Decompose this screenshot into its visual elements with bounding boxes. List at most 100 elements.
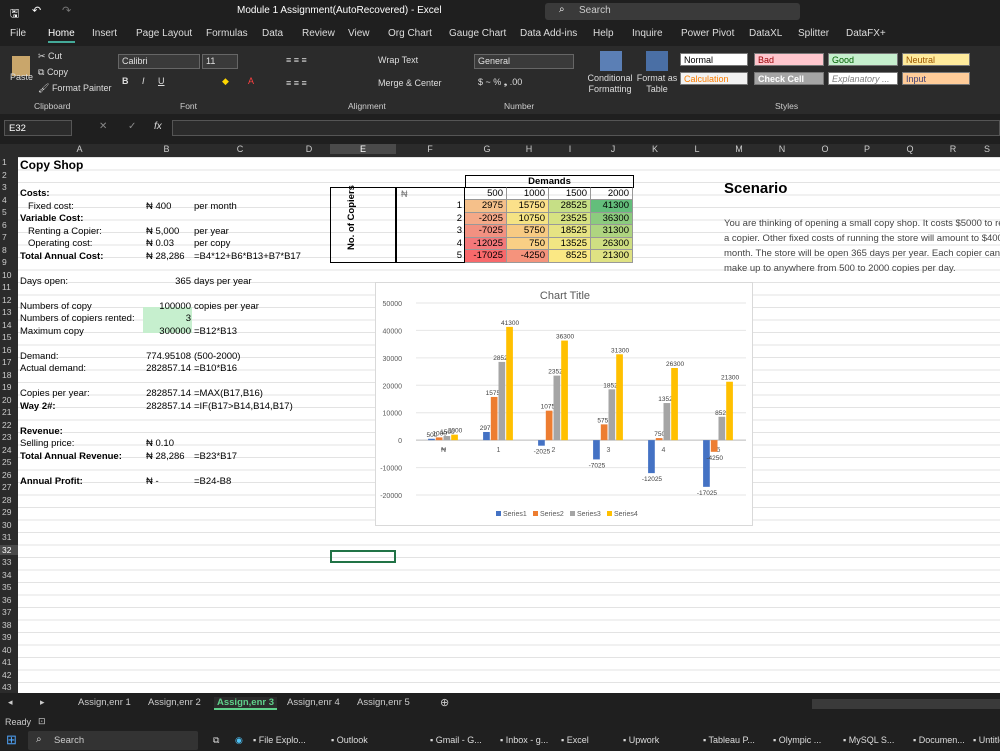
menu-datafx-[interactable]: DataFX+ xyxy=(846,28,886,39)
chart-bar[interactable] xyxy=(593,440,600,460)
col-header-p[interactable]: P xyxy=(846,144,888,154)
chart-bar[interactable] xyxy=(506,326,513,441)
cell-a13[interactable]: Numbers of copiers rented: xyxy=(20,313,135,326)
col-header-s[interactable]: S xyxy=(974,144,1000,154)
cell-a3[interactable]: Costs: xyxy=(20,188,50,201)
cell-a1[interactable]: Copy Shop xyxy=(20,159,83,172)
style-explanatory[interactable]: Explanatory ... xyxy=(828,72,898,85)
taskbar-app[interactable]: ▪ MySQL S... xyxy=(843,735,894,745)
row-header-39[interactable]: 39 xyxy=(0,632,18,642)
cell-a23[interactable]: Selling price: xyxy=(20,438,74,451)
row-header-41[interactable]: 41 xyxy=(0,657,18,667)
cell-a22[interactable]: Revenue: xyxy=(20,426,63,439)
bold-button[interactable]: B xyxy=(122,76,129,86)
cell-b14[interactable]: 300000 xyxy=(143,326,191,339)
row-header-21[interactable]: 21 xyxy=(0,407,18,417)
profit-cell[interactable]: 2975 xyxy=(465,200,507,213)
search-box[interactable]: ⌕ Search xyxy=(545,3,800,20)
accessibility-icon[interactable]: ⊡ xyxy=(38,716,46,727)
cell-a12[interactable]: Numbers of copy xyxy=(20,301,92,314)
taskbar-app[interactable]: ▪ Untitle... xyxy=(973,735,1000,745)
row-header-38[interactable]: 38 xyxy=(0,620,18,630)
style-input[interactable]: Input xyxy=(902,72,970,85)
font-color-icon[interactable]: A xyxy=(248,76,254,86)
row-header-33[interactable]: 33 xyxy=(0,557,18,567)
row-header-11[interactable]: 11 xyxy=(0,282,18,292)
menu-inquire[interactable]: Inquire xyxy=(632,28,663,39)
cell-b8[interactable]: ₦ 28,286 xyxy=(146,251,185,264)
cell-a26[interactable]: Annual Profit: xyxy=(20,476,83,489)
demand-header-1000[interactable]: 1000 xyxy=(507,187,549,200)
menu-file[interactable]: File xyxy=(10,28,26,39)
add-sheet-icon[interactable]: ⊕ xyxy=(440,696,449,709)
profit-cell[interactable]: 10750 xyxy=(507,212,549,225)
chart-bar[interactable] xyxy=(671,368,678,441)
col-header-q[interactable]: Q xyxy=(888,144,932,154)
cell-b26[interactable]: ₦ - xyxy=(146,476,159,489)
col-header-i[interactable]: I xyxy=(548,144,592,154)
sheet-tab[interactable]: Assign,enr 2 xyxy=(148,697,201,708)
col-header-n[interactable]: N xyxy=(760,144,804,154)
chart-bar[interactable] xyxy=(600,424,608,441)
chart-bar[interactable] xyxy=(490,396,498,441)
row-header-14[interactable]: 14 xyxy=(0,320,18,330)
copiers-label-cell[interactable]: No. of Copiers xyxy=(330,185,396,263)
col-header-b[interactable]: B xyxy=(141,144,192,154)
row-header-35[interactable]: 35 xyxy=(0,582,18,592)
profit-cell[interactable]: 28525 xyxy=(549,200,591,213)
cell-a17[interactable]: Actual demand: xyxy=(20,363,86,376)
row-header-19[interactable]: 19 xyxy=(0,382,18,392)
col-header-f[interactable]: F xyxy=(396,144,464,154)
cell-c4[interactable]: per month xyxy=(194,201,237,214)
profit-cell[interactable]: 750 xyxy=(507,237,549,250)
col-header-g[interactable]: G xyxy=(464,144,510,154)
font-name-select[interactable]: Calibri xyxy=(118,54,200,69)
name-box[interactable]: E32 xyxy=(4,120,72,136)
profit-cell[interactable]: -4250 xyxy=(507,250,549,263)
row-header-1[interactable]: 1 xyxy=(0,157,18,167)
profit-cell[interactable]: 5750 xyxy=(507,225,549,238)
chart-bar[interactable] xyxy=(718,416,726,441)
taskbar-app[interactable]: ▪ Tableau P... xyxy=(703,735,755,745)
chart-bar[interactable] xyxy=(561,340,568,441)
profit-cell[interactable]: 21300 xyxy=(591,250,633,263)
row-header-3[interactable]: 3 xyxy=(0,182,18,192)
taskbar-app[interactable]: ▪ Outlook xyxy=(331,735,368,745)
cell-a4[interactable]: Fixed cost: xyxy=(28,201,74,214)
row-header-25[interactable]: 25 xyxy=(0,457,18,467)
cell-c16[interactable]: (500-2000) xyxy=(194,351,240,364)
row-header-26[interactable]: 26 xyxy=(0,470,18,480)
menu-page-layout[interactable]: Page Layout xyxy=(136,28,192,39)
cell-a16[interactable]: Demand: xyxy=(20,351,59,364)
menu-view[interactable]: View xyxy=(348,28,370,39)
sheet-tab[interactable]: Assign,enr 4 xyxy=(287,697,340,708)
cell-c26[interactable]: =B24-B8 xyxy=(194,476,231,489)
wrap-text-button[interactable]: Wrap Text xyxy=(378,55,418,65)
cell-b7[interactable]: ₦ 0.03 xyxy=(146,238,174,251)
profit-cell[interactable]: -12025 xyxy=(465,237,507,250)
profit-cell[interactable]: 23525 xyxy=(549,212,591,225)
profit-cell[interactable]: 15750 xyxy=(507,200,549,213)
chart-bar[interactable] xyxy=(498,361,506,441)
legend-label[interactable]: Series4 xyxy=(614,511,638,518)
cell-c24[interactable]: =B23*B17 xyxy=(194,451,237,464)
currency-icon[interactable]: $ ~ % ❟ .00 xyxy=(478,77,522,88)
sheet-tab[interactable]: Assign,enr 3 xyxy=(214,697,278,710)
row-header-15[interactable]: 15 xyxy=(0,332,18,342)
chart-bar[interactable] xyxy=(443,436,451,441)
style-neutral[interactable]: Neutral xyxy=(902,53,970,66)
taskbar-search[interactable]: ⌕ Search xyxy=(28,731,198,750)
style-bad[interactable]: Bad xyxy=(754,53,824,66)
insert-function-button[interactable]: fx xyxy=(154,121,162,132)
fill-color-icon[interactable]: ◆ xyxy=(222,76,229,87)
row-header-29[interactable]: 29 xyxy=(0,507,18,517)
legend-label[interactable]: Series2 xyxy=(540,511,564,518)
copiers-row-1[interactable]: 1 xyxy=(396,200,462,213)
profit-cell[interactable]: -2025 xyxy=(465,212,507,225)
row-header-27[interactable]: 27 xyxy=(0,482,18,492)
cell-b16[interactable]: 774.95108 xyxy=(143,351,191,364)
chart-bar[interactable] xyxy=(726,381,733,441)
task-view-icon[interactable]: ⧉ xyxy=(213,735,219,746)
row-header-4[interactable]: 4 xyxy=(0,195,18,205)
windows-start-icon[interactable]: ⊞ xyxy=(6,732,17,748)
